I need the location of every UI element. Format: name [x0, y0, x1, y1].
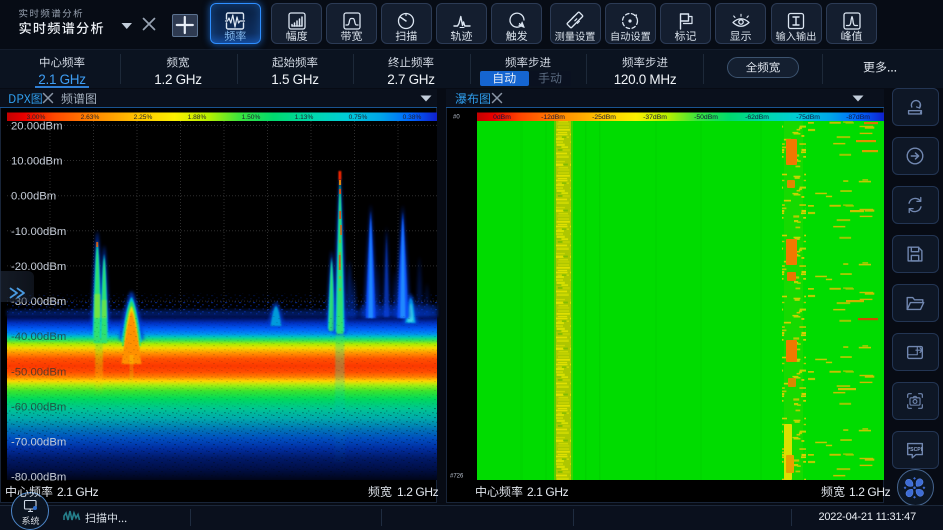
- svg-text:*SCPI: *SCPI: [908, 447, 923, 453]
- svg-text:-75dBm: -75dBm: [796, 114, 820, 121]
- svg-text:-87dBm: -87dBm: [846, 114, 870, 121]
- svg-text:#0: #0: [453, 115, 460, 121]
- svg-text:-37dBm: -37dBm: [643, 114, 667, 121]
- svg-text:-25dBm: -25dBm: [592, 114, 616, 121]
- svg-text:-12dBm: -12dBm: [541, 114, 565, 121]
- svg-text:-62dBm: -62dBm: [745, 114, 769, 121]
- svg-text:0dBm: 0dBm: [493, 114, 511, 121]
- svg-text:#726: #726: [450, 474, 464, 480]
- svg-text:-50dBm: -50dBm: [694, 114, 718, 121]
